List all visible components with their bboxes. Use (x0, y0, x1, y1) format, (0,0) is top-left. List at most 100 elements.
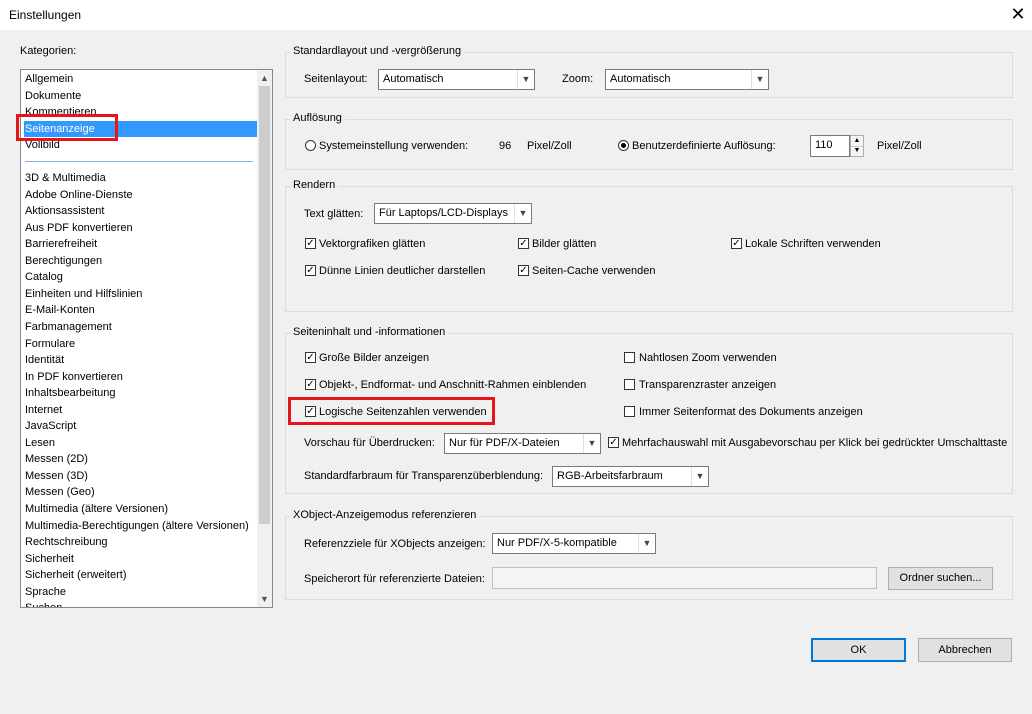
list-item[interactable]: Catalog (24, 269, 257, 285)
xobject-targets-select[interactable]: Nur PDF/X-5-kompatible ▼ (492, 533, 656, 554)
transparency-grid-label: Transparenzraster anzeigen (639, 379, 777, 391)
system-resolution-value: 96 (499, 140, 512, 152)
transparency-grid-checkbox[interactable] (624, 379, 635, 390)
custom-resolution-input[interactable]: 110 (810, 135, 850, 157)
scroll-down-icon[interactable]: ▼ (257, 592, 272, 607)
list-item[interactable]: Identität (24, 352, 257, 368)
list-item[interactable]: Messen (3D) (24, 468, 257, 484)
list-item[interactable]: Sprache (24, 584, 257, 600)
list-item[interactable]: E-Mail-Konten (24, 302, 257, 318)
zoom-label: Zoom: (562, 73, 594, 85)
art-trim-label: Objekt-, Endformat- und Anschnitt-Rahmen… (319, 379, 587, 391)
list-item[interactable]: Lesen (24, 435, 257, 451)
render-group-title: Rendern (290, 179, 339, 191)
seamless-zoom-label: Nahtlosen Zoom verwenden (639, 352, 777, 364)
list-item[interactable]: Messen (2D) (24, 451, 257, 467)
large-images-checkbox[interactable]: ✓ (305, 352, 316, 363)
list-item[interactable]: Suchen (24, 600, 257, 607)
overprint-label: Vorschau für Überdrucken: (304, 437, 435, 449)
list-item[interactable]: Farbmanagement (24, 319, 257, 335)
list-item[interactable]: Multimedia (ältere Versionen) (24, 501, 257, 517)
categories-list[interactable]: SuchenSpracheSicherheit (erweitert)Siche… (20, 69, 273, 608)
local-fonts-label: Lokale Schriften verwenden (745, 238, 881, 250)
window-title: Einstellungen (9, 8, 82, 22)
ok-button[interactable]: OK (811, 638, 906, 662)
system-resolution-label: Systemeinstellung verwenden: (319, 140, 469, 152)
system-resolution-unit: Pixel/Zoll (527, 140, 572, 152)
chevron-down-icon: ▼ (751, 70, 768, 89)
thin-lines-checkbox[interactable]: ✓ (305, 265, 316, 276)
xobject-location-label: Speicherort für referenzierte Dateien: (304, 573, 485, 585)
thin-lines-label: Dünne Linien deutlicher darstellen (319, 265, 486, 277)
close-icon[interactable]: ✕ (1008, 3, 1028, 25)
stepper-down-icon[interactable]: ▼ (851, 146, 863, 156)
list-item[interactable]: Formulare (24, 336, 257, 352)
list-item[interactable]: 3D & Multimedia (24, 170, 257, 186)
system-resolution-radio[interactable] (305, 140, 316, 151)
list-item[interactable]: Adobe Online-Dienste (24, 187, 257, 203)
zoom-value: Automatisch (610, 73, 671, 85)
list-item[interactable]: Dokumente (24, 88, 257, 104)
page-cache-label: Seiten-Cache verwenden (532, 265, 656, 277)
list-item[interactable]: In PDF konvertieren (24, 369, 257, 385)
list-item[interactable]: Rechtschreibung (24, 534, 257, 550)
blend-space-select[interactable]: RGB-Arbeitsfarbraum ▼ (552, 466, 709, 487)
list-item[interactable]: Messen (Geo) (24, 484, 257, 500)
blend-space-value: RGB-Arbeitsfarbraum (557, 470, 663, 482)
smooth-text-select[interactable]: Für Laptops/LCD-Displays ▼ (374, 203, 532, 224)
local-fonts-checkbox[interactable]: ✓ (731, 238, 742, 249)
overprint-value: Nur für PDF/X-Dateien (449, 437, 560, 449)
cancel-button[interactable]: Abbrechen (918, 638, 1012, 662)
chevron-down-icon: ▼ (691, 467, 708, 486)
page-layout-select[interactable]: Automatisch ▼ (378, 69, 535, 90)
overprint-select[interactable]: Nur für PDF/X-Dateien ▼ (444, 433, 601, 454)
list-item[interactable]: Aus PDF konvertieren (24, 220, 257, 236)
list-item[interactable]: Sicherheit (24, 551, 257, 567)
images-label: Bilder glätten (532, 238, 597, 250)
always-page-size-checkbox[interactable] (624, 406, 635, 417)
vector-label: Vektorgrafiken glätten (319, 238, 426, 250)
highlight-box-logical-numbers (288, 397, 495, 425)
content-group-title: Seiteninhalt und -informationen (290, 326, 449, 338)
highlight-box-seitenanzeige (16, 114, 118, 141)
zoom-select[interactable]: Automatisch ▼ (605, 69, 769, 90)
chevron-down-icon: ▼ (517, 70, 534, 89)
seamless-zoom-checkbox[interactable] (624, 352, 635, 363)
list-separator (25, 161, 253, 162)
scrollbar-thumb[interactable] (259, 86, 270, 524)
multi-select-checkbox[interactable]: ✓ (608, 437, 619, 448)
list-item[interactable]: JavaScript (24, 418, 257, 434)
radio-dot (621, 143, 626, 148)
layout-group-title: Standardlayout und -vergrößerung (290, 45, 465, 57)
art-trim-checkbox[interactable]: ✓ (305, 379, 316, 390)
resolution-group-title: Auflösung (290, 112, 345, 124)
chevron-down-icon: ▼ (514, 204, 531, 223)
images-checkbox[interactable]: ✓ (518, 238, 529, 249)
resolution-stepper[interactable]: ▲ ▼ (850, 135, 864, 157)
custom-resolution-unit: Pixel/Zoll (877, 140, 922, 152)
chevron-down-icon: ▼ (583, 434, 600, 453)
vector-checkbox[interactable]: ✓ (305, 238, 316, 249)
custom-resolution-value: 110 (815, 139, 833, 151)
smooth-text-value: Für Laptops/LCD-Displays (379, 207, 508, 219)
smooth-text-label: Text glätten: (304, 208, 364, 220)
list-item[interactable]: Inhaltsbearbeitung (24, 385, 257, 401)
large-images-label: Große Bilder anzeigen (319, 352, 430, 364)
list-item[interactable]: Barrierefreiheit (24, 236, 257, 252)
list-item[interactable]: Internet (24, 402, 257, 418)
list-item[interactable]: Multimedia-Berechtigungen (ältere Versio… (24, 518, 257, 534)
list-item[interactable]: Berechtigungen (24, 253, 257, 269)
page-layout-label: Seitenlayout: (304, 73, 368, 85)
scroll-up-icon[interactable]: ▲ (257, 71, 272, 86)
page-cache-checkbox[interactable]: ✓ (518, 265, 529, 276)
list-item[interactable]: Sicherheit (erweitert) (24, 567, 257, 583)
list-item[interactable]: Aktionsassistent (24, 203, 257, 219)
custom-resolution-radio[interactable] (618, 140, 629, 151)
categories-label: Kategorien: (20, 45, 77, 57)
blend-space-label: Standardfarbraum für Transparenzüberblen… (304, 470, 544, 482)
list-item[interactable]: Einheiten und Hilfslinien (24, 286, 257, 302)
page-layout-value: Automatisch (383, 73, 444, 85)
browse-folder-button[interactable]: Ordner suchen... (888, 567, 993, 590)
list-item[interactable]: Allgemein (24, 71, 257, 87)
xobject-location-input[interactable] (492, 567, 877, 589)
